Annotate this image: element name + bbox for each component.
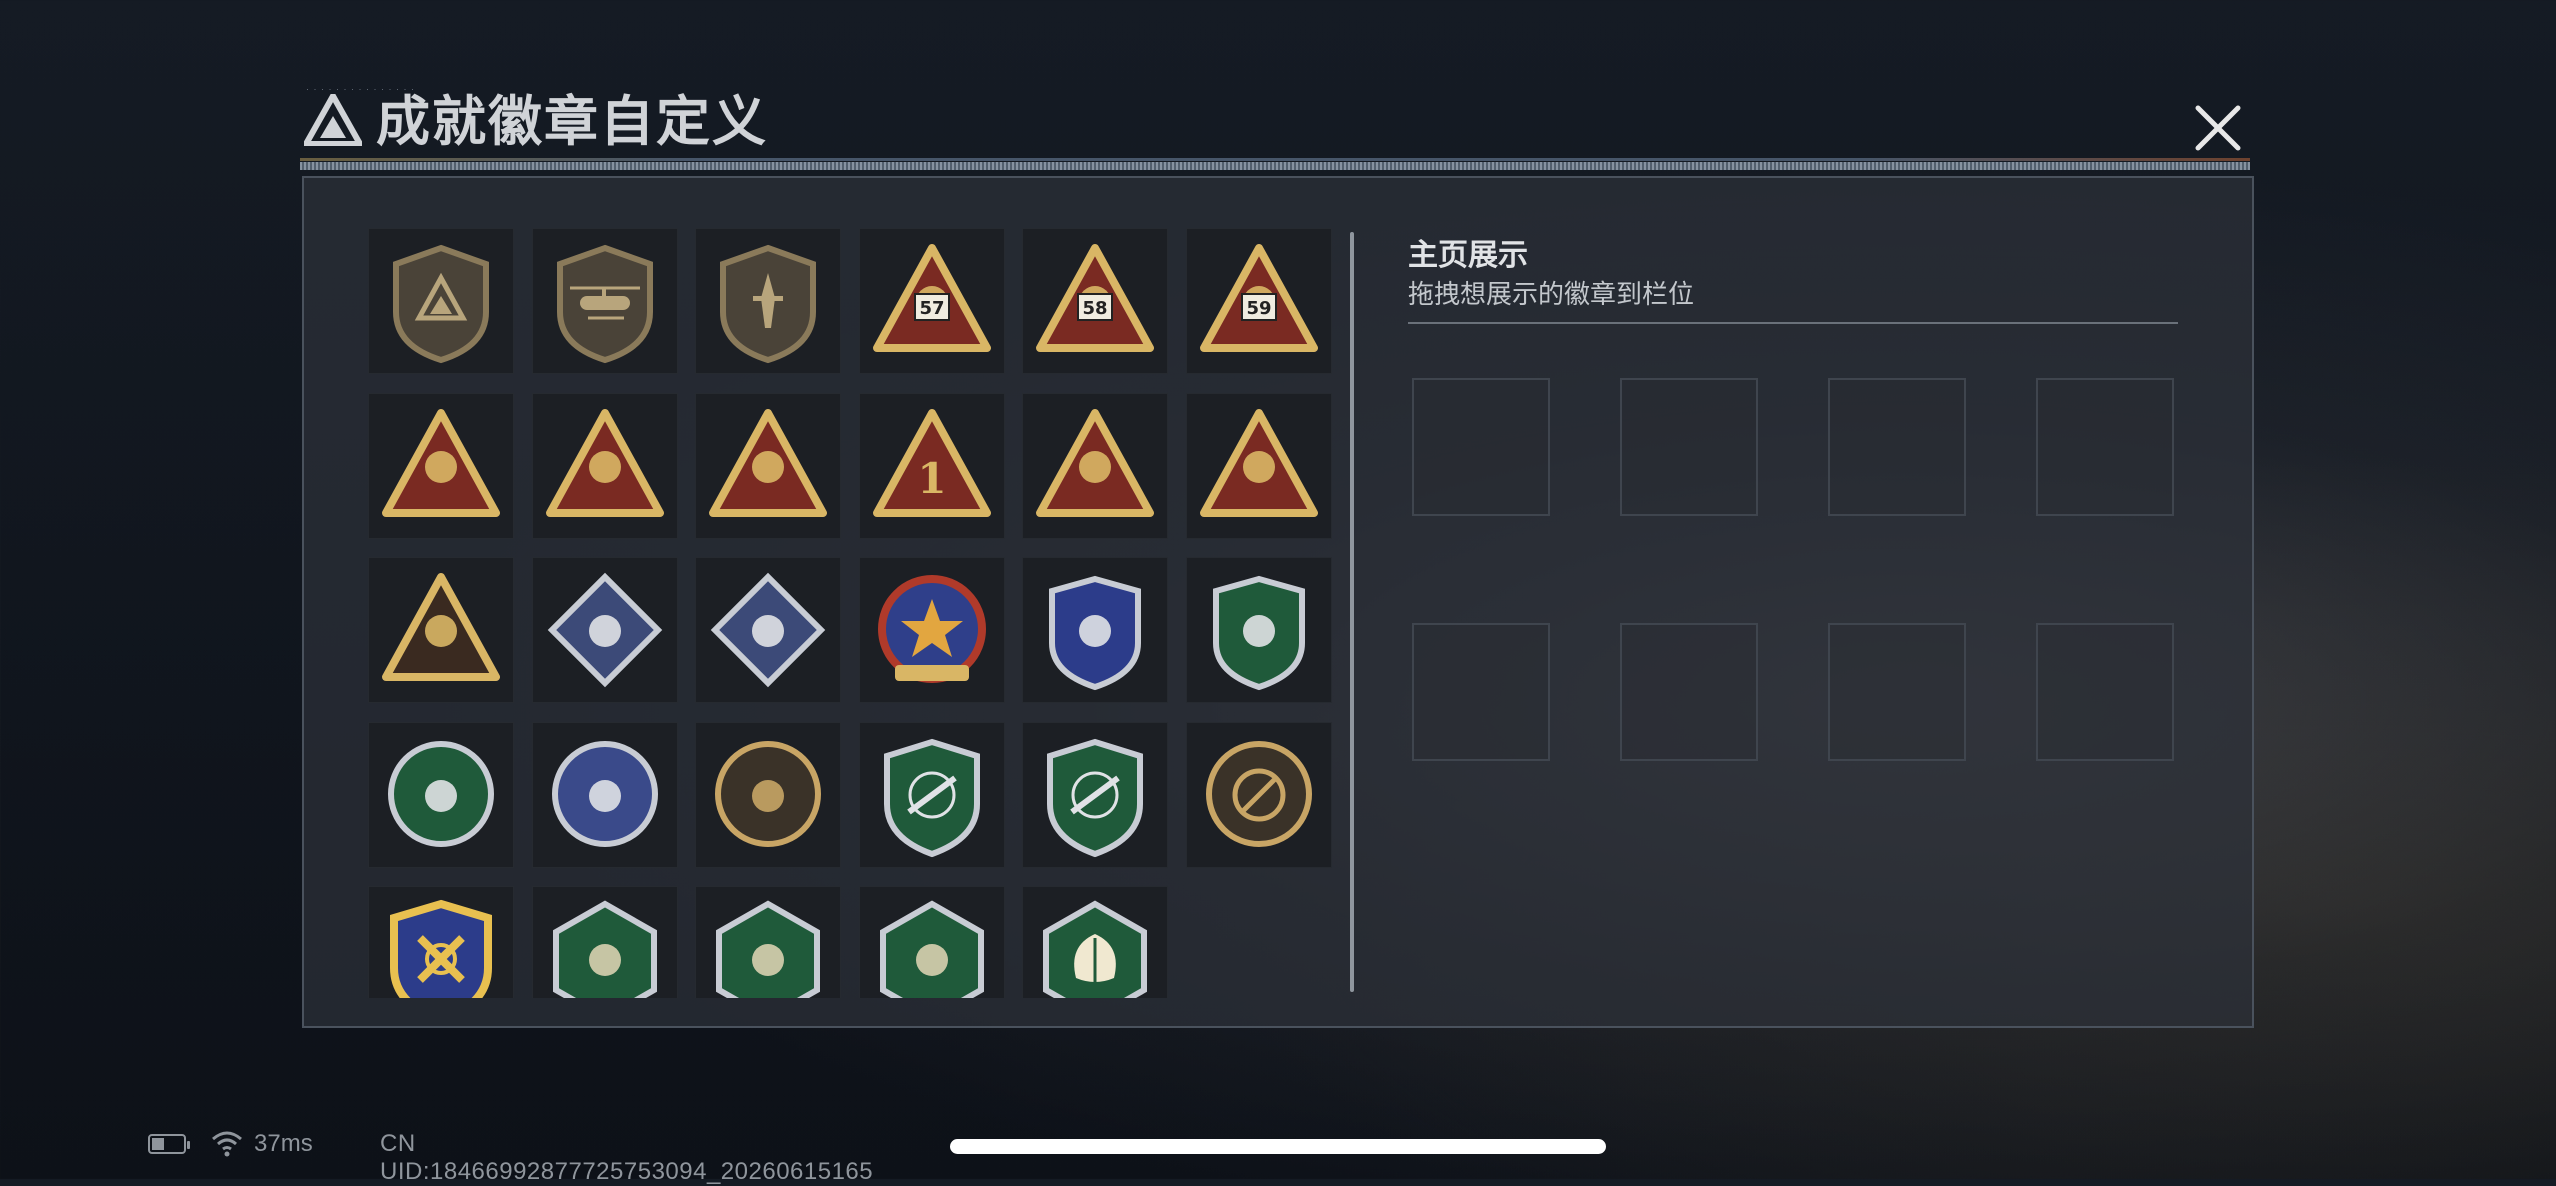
svg-text:1: 1 [917, 454, 946, 503]
tank-badge-icon [709, 408, 828, 517]
display-slot[interactable] [1828, 623, 1966, 761]
helicopter-badge-icon [556, 244, 653, 364]
badge-slot[interactable] [695, 228, 842, 374]
logo-badge-icon [393, 244, 489, 364]
badge-slot[interactable] [368, 886, 514, 998]
bug-badge-icon [388, 740, 494, 847]
59-badge-icon: 59 [1200, 244, 1318, 352]
57-badge-icon: 57 [872, 244, 991, 352]
close-icon[interactable] [2190, 100, 2246, 156]
badge-slot[interactable]: 58 [1022, 228, 1169, 374]
badge-slot[interactable] [1022, 392, 1169, 539]
badge-slot[interactable] [1022, 886, 1169, 998]
display-slot[interactable] [1412, 378, 1550, 516]
launcher-badge-icon [710, 572, 826, 688]
dagger-badge-icon [720, 244, 817, 364]
wings-badge-icon [1049, 575, 1142, 691]
display-subtitle: 拖拽想展示的徽章到栏位 [1408, 279, 1695, 309]
display-title: 主页展示 [1408, 239, 1528, 272]
badge-slot[interactable] [368, 392, 514, 539]
boat-badge-icon [545, 408, 664, 517]
svg-text:57: 57 [919, 298, 944, 319]
badge-slot[interactable] [695, 557, 842, 703]
dialog-title: 成就徽章自定义 [376, 92, 768, 152]
soldier-badge-icon [1200, 408, 1318, 517]
58-badge-icon: 58 [1036, 244, 1155, 352]
badge-grid-scrollbar[interactable] [1350, 232, 1354, 992]
badge-slot[interactable] [1186, 721, 1332, 868]
head-badge-icon [715, 740, 822, 847]
badge-slot[interactable] [531, 228, 678, 374]
app-logo-icon [304, 94, 362, 146]
wifi-icon [212, 1131, 242, 1157]
badge-slot[interactable] [695, 392, 842, 539]
rifle-badge-icon [883, 738, 980, 857]
display-slot[interactable] [1620, 378, 1758, 516]
leaf-badge-icon [1043, 900, 1148, 998]
badge-slot[interactable] [695, 886, 842, 998]
home-indicator[interactable] [950, 1139, 1606, 1154]
badge-slot[interactable] [858, 886, 1005, 998]
display-slot[interactable] [1828, 378, 1966, 516]
badge-slot[interactable] [858, 557, 1005, 703]
svg-text:58: 58 [1083, 298, 1108, 319]
badge-slot[interactable] [858, 721, 1005, 868]
badge-slot[interactable]: 57 [858, 228, 1005, 374]
display-slot[interactable] [1412, 623, 1550, 761]
display-divider [1408, 322, 2178, 324]
uid-label: CN UID:18466992877725753094_20260615165 [380, 1130, 874, 1185]
badge-slot[interactable] [531, 721, 678, 868]
display-slot[interactable] [1620, 623, 1758, 761]
cross-badge-icon [390, 899, 492, 998]
display-slot[interactable] [2036, 378, 2174, 516]
badge-slot[interactable]: 59 [1186, 228, 1332, 374]
no-badge-icon [1206, 740, 1312, 847]
badge-grid[interactable]: 57 58 59 1 [368, 228, 1338, 998]
dialog-header: · · · · · · · · · · · · · · · 成就徽章自定义 [300, 84, 2250, 174]
badge-slot[interactable] [368, 228, 514, 374]
ping-label: 37ms [254, 1130, 313, 1157]
badge-slot[interactable] [531, 392, 678, 539]
box-badge-icon [1036, 408, 1155, 517]
badge-slot[interactable] [1186, 557, 1332, 703]
sun-badge-icon [551, 740, 658, 847]
badge-slot[interactable] [531, 557, 678, 703]
svg-text:59: 59 [1246, 298, 1271, 319]
squad-badge-icon [382, 573, 500, 681]
runner-badge-icon [879, 900, 984, 998]
gem-badge-icon [1213, 575, 1305, 691]
wasp-badge-icon [552, 900, 657, 998]
star-badge-icon [877, 575, 986, 683]
badge-slot[interactable] [1186, 392, 1332, 539]
badge-slot[interactable]: 1 [858, 392, 1005, 539]
badge-slot[interactable] [695, 721, 842, 868]
fist-badge-icon [547, 572, 662, 688]
battery-icon [148, 1134, 190, 1154]
badge-slot[interactable] [368, 721, 514, 868]
badge-slot[interactable] [531, 886, 678, 998]
header-divider [300, 162, 2250, 170]
badge-slot[interactable] [1022, 557, 1169, 703]
rifle-badge-icon [1047, 738, 1144, 857]
one-badge-icon: 1 [872, 408, 991, 517]
display-slot[interactable] [2036, 623, 2174, 761]
badge-slot[interactable] [1022, 721, 1169, 868]
header-accent [300, 158, 2250, 161]
medic-badge-icon [716, 900, 821, 998]
badge-slot[interactable] [368, 557, 514, 703]
missile-badge-icon [382, 408, 500, 517]
